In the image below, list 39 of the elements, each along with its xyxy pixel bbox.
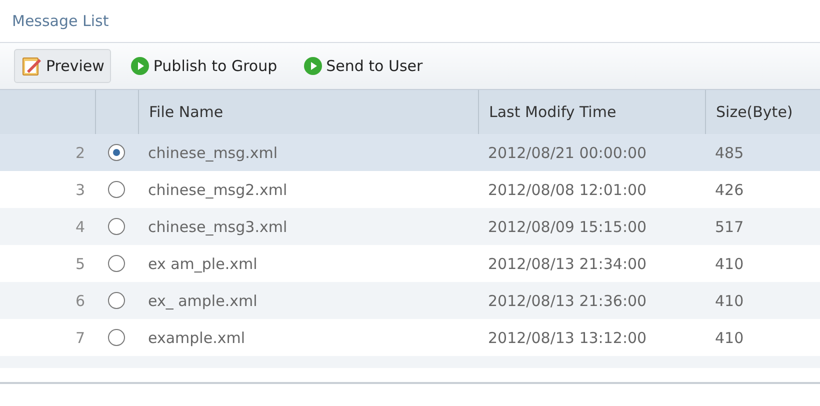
table-row[interactable]: 6 ex_ ample.xml 2012/08/13 21:36:00 410	[0, 282, 820, 319]
radio-button[interactable]	[108, 292, 125, 309]
table-cell-text: 2012/08/08 12:01:00	[487, 180, 648, 198]
table-cell-text: 2012/08/13 13:12:00	[487, 328, 648, 346]
action-button[interactable]: Publish to Group	[123, 49, 284, 83]
table-cell-text: 2012/08/21 00:00:00	[487, 144, 648, 162]
row-number: 7	[75, 328, 86, 346]
table-cell-text: 410	[714, 292, 745, 310]
table-cell-text: example.xml	[147, 328, 246, 346]
table-cell-text: 410	[714, 328, 745, 346]
table-cell-text: 517	[714, 218, 745, 236]
radio-button[interactable]	[108, 181, 125, 198]
row-number: 2	[75, 144, 86, 162]
table-cell-text: chinese_msg3.xml	[147, 218, 288, 236]
table-cell-text: ex_ ample.xml	[147, 292, 258, 310]
row-number: 3	[75, 180, 86, 198]
play-icon	[303, 56, 324, 76]
play-icon	[130, 56, 150, 76]
notepad-pencil-icon	[21, 55, 43, 77]
preview-button[interactable]: Preview	[14, 49, 112, 83]
table-cell-text: 2012/08/13 21:34:00	[487, 254, 648, 272]
table-cell-text: 2012/08/09 15:15:00	[487, 218, 648, 236]
table-cell-text: chinese_msg2.xml	[147, 180, 288, 198]
table-row[interactable]: 4 chinese_msg3.xml 2012/08/09 15:15:00 517	[0, 208, 820, 245]
radio-button[interactable]	[108, 255, 125, 272]
table-cell-text: ex am_ple.xml	[147, 254, 258, 272]
row-number: 4	[75, 218, 86, 236]
row-number: 5	[75, 254, 86, 272]
table-row[interactable]: 2 chinese_msg.xml 2012/08/21 00:00:00 485	[0, 134, 820, 171]
radio-button[interactable]	[108, 144, 125, 161]
table-cell-text: 410	[714, 254, 745, 272]
action-button[interactable]: Send to User	[296, 49, 430, 83]
table-cell-text: 485	[714, 144, 745, 162]
table-cell-text: chinese_msg.xml	[147, 144, 279, 162]
radio-button[interactable]	[108, 218, 125, 235]
row-number: 6	[75, 292, 86, 310]
radio-button[interactable]	[108, 329, 125, 346]
table-cell-text: 2012/08/13 21:36:00	[487, 292, 648, 310]
table-cell-text: 426	[714, 180, 745, 198]
